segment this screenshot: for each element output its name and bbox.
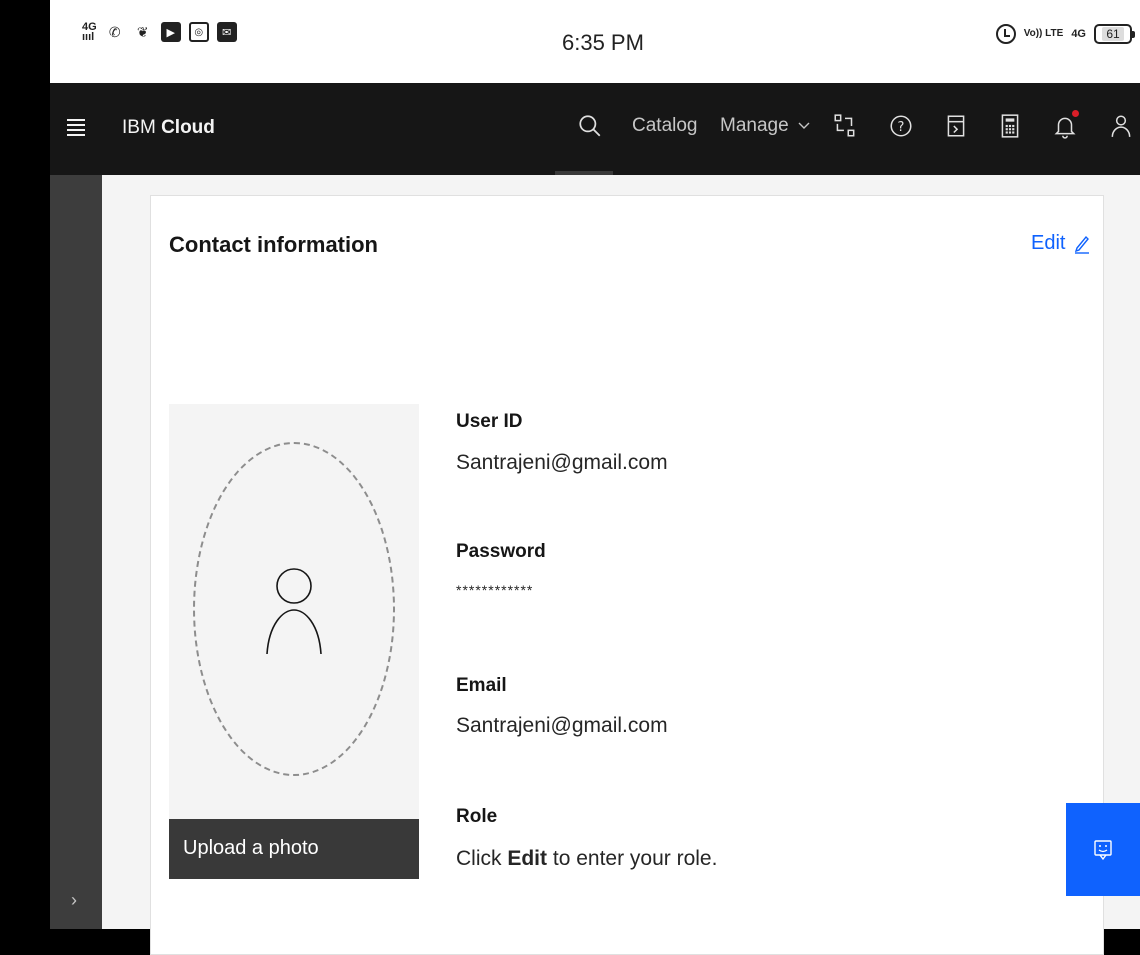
battery-icon: 61 bbox=[1094, 24, 1135, 44]
chat-icon bbox=[1094, 840, 1112, 861]
user-profile-icon[interactable] bbox=[1108, 113, 1134, 139]
status-right-icons: Vo)) LTE 4G 61 bbox=[995, 24, 1135, 44]
chevron-right-icon[interactable]: › bbox=[71, 890, 77, 911]
role-value: Click Edit to enter your role. bbox=[456, 847, 718, 870]
role-label: Role bbox=[456, 806, 498, 827]
user-avatar-icon bbox=[266, 568, 322, 655]
device-bezel bbox=[0, 0, 50, 929]
battery-level: 61 bbox=[1102, 27, 1124, 41]
side-rail: › bbox=[50, 175, 102, 929]
brand-logo[interactable]: IBM Cloud bbox=[122, 117, 215, 139]
status-left-icons: 4G ıııl ✆ ❦ ▶ ◎ ✉ bbox=[82, 21, 237, 43]
nav-manage[interactable]: Manage bbox=[720, 115, 811, 137]
top-header: IBM Cloud Catalog Manage ? bbox=[50, 83, 1140, 175]
password-value: ************ bbox=[456, 582, 534, 598]
cell-signal-icon: 4G ıııl bbox=[82, 21, 97, 43]
nav-manage-label: Manage bbox=[720, 115, 789, 136]
menu-icon[interactable] bbox=[67, 119, 85, 137]
email-label: Email bbox=[456, 675, 507, 696]
volte-indicator: Vo)) LTE bbox=[1023, 28, 1064, 39]
svg-text:?: ? bbox=[898, 120, 905, 135]
status-time: 6:35 PM bbox=[562, 30, 644, 55]
edit-button[interactable]: Edit bbox=[1031, 232, 1091, 255]
edit-label: Edit bbox=[1031, 232, 1066, 254]
main-content: Contact information Edit Upload a photo … bbox=[102, 175, 1140, 955]
instagram-icon: ◎ bbox=[188, 22, 209, 42]
photo-area: Upload a photo bbox=[169, 404, 419, 879]
nav-catalog[interactable]: Catalog bbox=[632, 115, 698, 137]
search-icon[interactable] bbox=[577, 113, 603, 139]
user-id-value: Santrajeni@gmail.com bbox=[456, 451, 668, 474]
upload-photo-button[interactable]: Upload a photo bbox=[169, 819, 419, 879]
help-icon[interactable]: ? bbox=[888, 113, 914, 139]
alarm-icon bbox=[995, 24, 1016, 44]
user-id-label: User ID bbox=[456, 411, 523, 432]
whatsapp-icon: ✆ bbox=[108, 23, 121, 40]
play-icon: ▶ bbox=[160, 22, 181, 42]
password-label: Password bbox=[456, 541, 546, 562]
leaf-icon: ❦ bbox=[136, 23, 149, 40]
chevron-down-icon bbox=[798, 122, 810, 129]
email-value: Santrajeni@gmail.com bbox=[456, 714, 668, 737]
card-title: Contact information bbox=[169, 232, 378, 257]
status-bar: 4G ıııl ✆ ❦ ▶ ◎ ✉ 6:35 PM Vo)) LTE 4G 61 bbox=[50, 0, 1140, 83]
switcher-icon[interactable] bbox=[832, 113, 858, 139]
network-indicator: 4G bbox=[1071, 28, 1086, 40]
calculator-icon[interactable] bbox=[997, 113, 1023, 139]
cost-estimator-icon[interactable] bbox=[943, 113, 969, 139]
message-icon: ✉ bbox=[216, 22, 237, 42]
notification-badge bbox=[1072, 110, 1079, 117]
contact-info-card: Contact information Edit Upload a photo … bbox=[150, 195, 1104, 955]
chat-button[interactable] bbox=[1066, 803, 1140, 896]
pencil-icon bbox=[1075, 235, 1090, 254]
